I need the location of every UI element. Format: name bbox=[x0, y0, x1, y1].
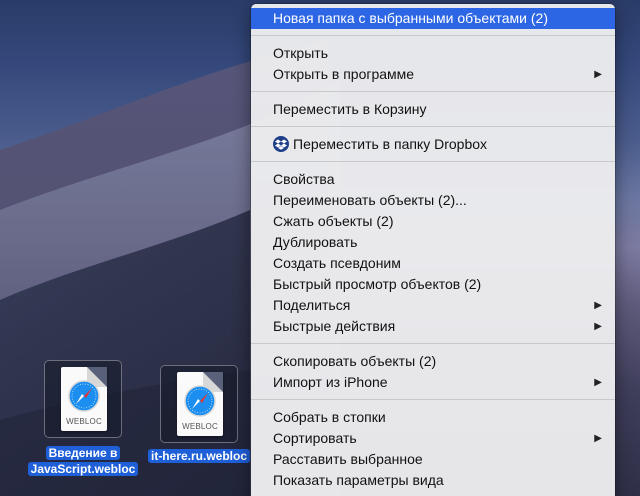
menu-item-label: Открыть bbox=[273, 45, 328, 61]
menu-separator bbox=[251, 399, 615, 400]
menu-item-label: Быстрые действия bbox=[273, 318, 396, 334]
desktop[interactable]: WEBLOC Введение в JavaScript.webloc WEBL… bbox=[0, 0, 640, 496]
menu-item-label: Свойства bbox=[273, 171, 335, 187]
menu-item-label: Поделиться bbox=[273, 297, 351, 313]
menu-item-6-2[interactable]: Расставить выбранное bbox=[251, 449, 615, 470]
menu-item-4-7[interactable]: Быстрые действия ▶ bbox=[251, 316, 615, 337]
menu-item-label: Сжать объекты (2) bbox=[273, 213, 394, 229]
menu-item-1-1[interactable]: Открыть в программе ▶ bbox=[251, 64, 615, 85]
submenu-arrow-icon: ▶ bbox=[594, 321, 602, 332]
menu-item-4-6[interactable]: Поделиться ▶ bbox=[251, 295, 615, 316]
file-name-line-2: JavaScript.webloc bbox=[27, 462, 139, 476]
menu-separator bbox=[251, 35, 615, 36]
menu-item-6-1[interactable]: Сортировать ▶ bbox=[251, 428, 615, 449]
menu-item-6-3[interactable]: Показать параметры вида bbox=[251, 470, 615, 491]
menu-item-6-0[interactable]: Собрать в стопки bbox=[251, 407, 615, 428]
menu-item-4-0[interactable]: Свойства bbox=[251, 169, 615, 190]
file-name-label[interactable]: Введение в JavaScript.webloc bbox=[18, 445, 148, 477]
menu-item-label: Быстрый просмотр объектов (2) bbox=[273, 276, 482, 292]
file-thumbnail[interactable]: WEBLOC bbox=[44, 360, 122, 438]
menu-item-3-0[interactable]: Переместить в папку Dropbox bbox=[251, 134, 615, 155]
context-menu[interactable]: Новая папка с выбранными объектами (2) От… bbox=[251, 4, 615, 496]
menu-separator bbox=[251, 91, 615, 92]
submenu-arrow-icon: ▶ bbox=[594, 300, 602, 311]
menu-item-label: Переместить в папку Dropbox bbox=[293, 136, 488, 152]
menu-item-label: Расставить выбранное bbox=[273, 451, 423, 467]
desktop-file-it-here[interactable]: WEBLOC it-here.ru.webloc bbox=[144, 365, 254, 475]
submenu-arrow-icon: ▶ bbox=[594, 69, 602, 80]
file-extension-label: WEBLOC bbox=[182, 422, 218, 431]
desktop-file-intro-js[interactable]: WEBLOC Введение в JavaScript.webloc bbox=[27, 360, 139, 480]
safari-compass-icon bbox=[68, 380, 100, 412]
menu-item-5-1[interactable]: Импорт из iPhone ▶ bbox=[251, 372, 615, 393]
menu-item-label: Открыть в программе bbox=[273, 66, 415, 82]
menu-separator bbox=[251, 161, 615, 162]
menu-separator bbox=[251, 343, 615, 344]
menu-item-label: Дублировать bbox=[273, 234, 358, 250]
webloc-document-icon: WEBLOC bbox=[177, 372, 223, 436]
menu-item-label: Показать параметры вида bbox=[273, 472, 444, 488]
file-name-line-1: Введение в bbox=[45, 446, 121, 460]
menu-item-4-5[interactable]: Быстрый просмотр объектов (2) bbox=[251, 274, 615, 295]
submenu-arrow-icon: ▶ bbox=[594, 433, 602, 444]
file-name-label[interactable]: it-here.ru.webloc bbox=[134, 448, 264, 464]
menu-item-2-0[interactable]: Переместить в Корзину bbox=[251, 99, 615, 120]
menu-item-1-0[interactable]: Открыть bbox=[251, 43, 615, 64]
safari-compass-icon bbox=[184, 385, 216, 417]
menu-item-4-2[interactable]: Сжать объекты (2) bbox=[251, 211, 615, 232]
menu-item-label: Новая папка с выбранными объектами (2) bbox=[273, 10, 548, 26]
file-thumbnail[interactable]: WEBLOC bbox=[160, 365, 238, 443]
menu-item-4-4[interactable]: Создать псевдоним bbox=[251, 253, 615, 274]
menu-item-label: Переместить в Корзину bbox=[273, 101, 427, 117]
menu-separator bbox=[251, 126, 615, 127]
menu-item-0-0[interactable]: Новая папка с выбранными объектами (2) bbox=[251, 8, 615, 29]
file-name-line-1: it-here.ru.webloc bbox=[147, 449, 251, 463]
menu-item-label: Скопировать объекты (2) bbox=[273, 353, 437, 369]
menu-item-label: Сортировать bbox=[273, 430, 357, 446]
menu-item-label: Переименовать объекты (2)... bbox=[273, 192, 467, 208]
webloc-document-icon: WEBLOC bbox=[61, 367, 107, 431]
menu-item-label: Импорт из iPhone bbox=[273, 374, 388, 390]
menu-item-label: Создать псевдоним bbox=[273, 255, 401, 271]
menu-item-5-0[interactable]: Скопировать объекты (2) bbox=[251, 351, 615, 372]
menu-item-4-1[interactable]: Переименовать объекты (2)... bbox=[251, 190, 615, 211]
file-extension-label: WEBLOC bbox=[66, 417, 102, 426]
dropbox-icon bbox=[273, 136, 289, 152]
menu-item-4-3[interactable]: Дублировать bbox=[251, 232, 615, 253]
menu-item-label: Собрать в стопки bbox=[273, 409, 386, 425]
submenu-arrow-icon: ▶ bbox=[594, 377, 602, 388]
